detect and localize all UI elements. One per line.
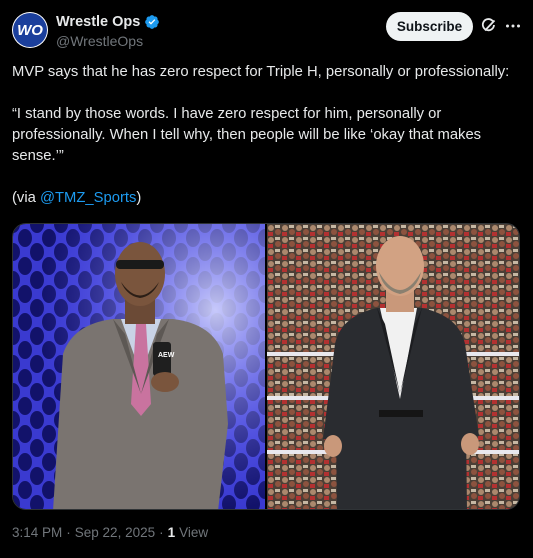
post-meta: 3:14 PM · Sep 22, 2025 · 1 View (12, 525, 208, 540)
handle[interactable]: @WrestleOps (56, 33, 160, 49)
avatar-logo: WO (13, 13, 47, 47)
name-row: Wrestle Ops (56, 13, 160, 31)
post-text-quote: “I stand by those words. I have zero res… (12, 106, 482, 164)
verified-badge-icon[interactable] (144, 14, 160, 30)
via-prefix: (via (12, 190, 40, 206)
subscribe-button[interactable]: Subscribe (386, 12, 473, 41)
media-photo-right[interactable] (267, 224, 519, 509)
author-info: Wrestle Ops @WrestleOps (56, 13, 160, 49)
media-grid: AEW (12, 223, 520, 510)
logo-icon: WO (17, 22, 43, 39)
meta-separator: · (66, 525, 71, 540)
views-count: 1 (167, 525, 176, 540)
post-text-line: MVP says that he has zero respect for Tr… (12, 64, 510, 80)
post-header: WO Wrestle Ops @WrestleOps Subscribe (12, 10, 521, 50)
aew-logo: AEW (158, 352, 175, 359)
display-name[interactable]: Wrestle Ops (56, 14, 140, 30)
views-label: View (179, 525, 209, 540)
more-icon[interactable] (505, 18, 521, 34)
svg-text:WO: WO (17, 22, 43, 39)
meta-separator: · (159, 525, 164, 540)
post-time[interactable]: 3:14 PM (12, 525, 62, 540)
mention-link[interactable]: @TMZ_Sports (40, 190, 136, 206)
avatar[interactable]: WO (12, 12, 48, 48)
via-suffix: ) (136, 190, 142, 206)
post-text: MVP says that he has zero respect for Tr… (12, 62, 521, 209)
media-photo-left[interactable]: AEW (13, 224, 265, 509)
post-text-via: (via @TMZ_Sports) (12, 188, 521, 209)
post-date[interactable]: Sep 22, 2025 (75, 525, 155, 540)
grok-icon[interactable] (481, 18, 497, 34)
